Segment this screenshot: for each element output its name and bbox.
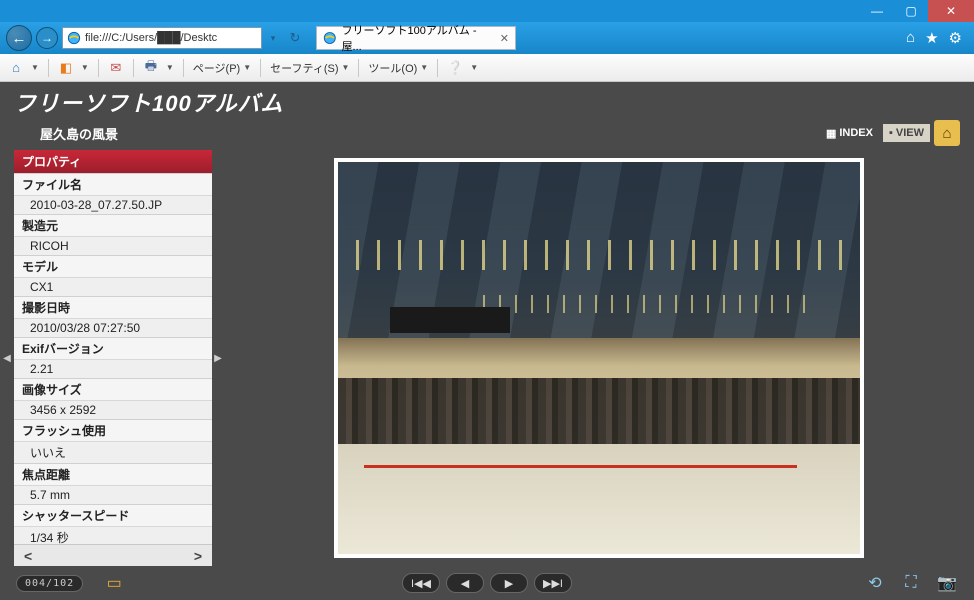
tab-close-icon[interactable]: ✕	[500, 32, 509, 45]
maximize-button[interactable]: ▢	[894, 0, 928, 22]
prev-property-button[interactable]: <	[24, 548, 32, 564]
album-app: フリーソフト100アルバム 屋久島の風景 ▦INDEX ▪VIEW ⌂ ◀ プロ…	[0, 82, 974, 600]
dropdown-icon[interactable]: ▼	[470, 63, 478, 72]
panel-expand-button[interactable]: ▶	[212, 150, 224, 566]
index-mode-button[interactable]: ▦INDEX	[820, 124, 879, 143]
refresh-button[interactable]: ↻	[284, 27, 306, 49]
address-dropdown[interactable]: ▾	[266, 27, 280, 49]
thumbnail-icon[interactable]: ▭	[103, 574, 125, 592]
ie-icon	[323, 31, 337, 45]
dropdown-icon[interactable]: ▼	[81, 63, 89, 72]
first-button[interactable]: I◀◀	[402, 573, 440, 593]
photo-counter: 004/102	[16, 575, 83, 592]
home-button[interactable]: ⌂	[934, 120, 960, 146]
address-text: file:///C:/Users/███/Desktc	[85, 32, 217, 44]
property-label: 製造元	[14, 214, 212, 237]
player-footer: 004/102 ▭ I◀◀ ◀ ▶ ▶▶I ⟲ ⛶ 📷	[0, 566, 974, 600]
fullscreen-icon[interactable]: ⛶	[900, 574, 922, 592]
property-value: 3456 x 2592	[14, 401, 212, 419]
property-label: シャッタースピード	[14, 504, 212, 527]
settings-icon[interactable]: ⚙	[949, 29, 962, 47]
property-value: RICOH	[14, 237, 212, 255]
property-value: 5.7 mm	[14, 486, 212, 504]
property-value: 2010-03-28_07.27.50.JP	[14, 196, 212, 214]
ie-icon	[67, 31, 81, 45]
address-bar[interactable]: file:///C:/Users/███/Desktc	[62, 27, 262, 49]
tools-menu[interactable]: ツール(O)▼	[368, 60, 428, 76]
grid-icon: ▦	[826, 127, 836, 140]
photo-image	[338, 162, 860, 554]
browser-navbar: ← → file:///C:/Users/███/Desktc ▾ ↻ フリーソ…	[0, 22, 974, 54]
dropdown-icon[interactable]: ▼	[166, 63, 174, 72]
property-label: 画像サイズ	[14, 378, 212, 401]
forward-button[interactable]: →	[36, 27, 58, 49]
property-value: CX1	[14, 278, 212, 296]
help-icon[interactable]: ❔	[447, 60, 463, 76]
square-icon: ▪	[889, 127, 893, 139]
photo-frame	[334, 158, 864, 558]
property-label: ファイル名	[14, 173, 212, 196]
safety-menu[interactable]: セーフティ(S)▼	[270, 60, 349, 76]
tab-title: フリーソフト100アルバム - 屋...	[342, 22, 495, 54]
command-bar: ⌂ ▼ ◧ ▼ ✉ 🖶 ▼ ページ(P)▼ セーフティ(S)▼ ツール(O)▼ ❔ ▼	[0, 54, 974, 82]
home-icon[interactable]: ⌂	[906, 29, 915, 47]
play-button[interactable]: ▶	[490, 573, 528, 593]
next-property-button[interactable]: >	[194, 548, 202, 564]
app-title: フリーソフト100アルバム	[14, 86, 960, 118]
view-mode-button[interactable]: ▪VIEW	[883, 124, 930, 142]
property-value: いいえ	[14, 442, 212, 463]
back-button[interactable]: ←	[6, 25, 32, 51]
browser-tab[interactable]: フリーソフト100アルバム - 屋... ✕	[316, 26, 516, 50]
property-label: Exifバージョン	[14, 337, 212, 360]
feeds-icon[interactable]: ◧	[58, 60, 74, 76]
prev-button[interactable]: ◀	[446, 573, 484, 593]
camera-icon[interactable]: 📷	[936, 574, 958, 592]
property-label: モデル	[14, 255, 212, 278]
mail-icon[interactable]: ✉	[108, 60, 124, 76]
album-subtitle: 屋久島の風景	[40, 124, 118, 143]
panel-header: プロパティ	[14, 150, 212, 173]
property-label: 撮影日時	[14, 296, 212, 319]
property-label: フラッシュ使用	[14, 419, 212, 442]
dropdown-icon[interactable]: ▼	[31, 63, 39, 72]
print-icon[interactable]: 🖶	[143, 60, 159, 76]
close-button[interactable]: ✕	[928, 0, 974, 22]
home-icon: ⌂	[942, 125, 951, 142]
last-button[interactable]: ▶▶I	[534, 573, 572, 593]
property-value: 1/34 秒	[14, 527, 212, 544]
property-value: 2010/03/28 07:27:50	[14, 319, 212, 337]
window-titlebar: — ▢ ✕	[0, 0, 974, 22]
property-label: 焦点距離	[14, 463, 212, 486]
minimize-button[interactable]: —	[860, 0, 894, 22]
properties-panel: プロパティ ファイル名2010-03-28_07.27.50.JP製造元RICO…	[14, 150, 212, 566]
photo-viewer	[224, 150, 974, 566]
favorites-icon[interactable]: ★	[925, 29, 938, 47]
page-menu[interactable]: ページ(P)▼	[193, 60, 251, 76]
panel-collapse-button[interactable]: ◀	[0, 150, 14, 566]
property-value: 2.21	[14, 360, 212, 378]
home-icon[interactable]: ⌂	[8, 60, 24, 76]
rotate-icon[interactable]: ⟲	[864, 574, 886, 592]
